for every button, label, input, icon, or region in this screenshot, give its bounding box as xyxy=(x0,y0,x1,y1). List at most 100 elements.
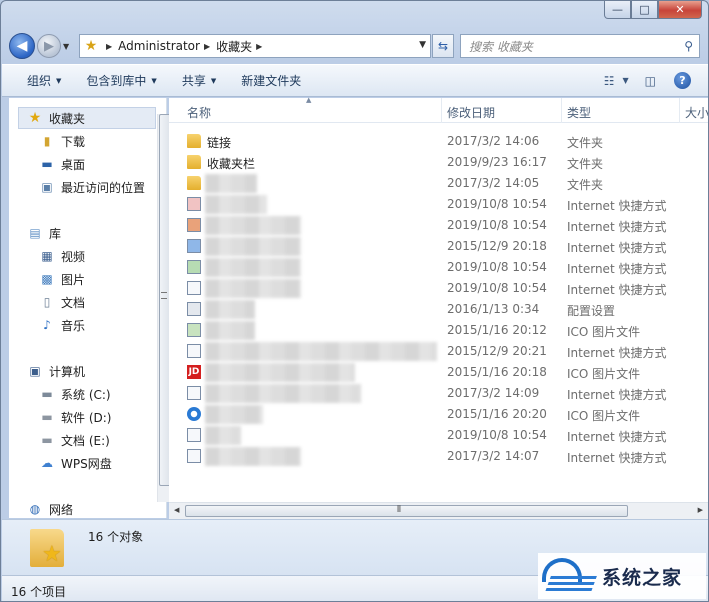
organize-label: 组织 xyxy=(27,74,52,88)
redacted-name xyxy=(205,195,267,214)
scroll-right-icon[interactable]: ▶ xyxy=(698,506,703,514)
star-icon: ★ xyxy=(28,110,42,126)
sidebar-item-drive-d[interactable]: ▬ 软件 (D:) xyxy=(39,407,111,427)
redacted-name xyxy=(205,363,355,382)
new-folder-button[interactable]: 新建文件夹 xyxy=(241,72,301,89)
sidebar-item-favorites[interactable]: ★ 收藏夹 xyxy=(27,108,85,128)
search-input[interactable]: 搜索 收藏夹 ⚲ xyxy=(460,34,700,58)
column-type[interactable]: 类型 xyxy=(567,104,591,121)
list-item[interactable]: 2015/1/16 20:20 ICO 图片文件 xyxy=(169,404,708,425)
ico-file-icon xyxy=(187,323,201,337)
sidebar-item-videos[interactable]: ▦ 视频 xyxy=(39,246,85,266)
breadcrumb-administrator[interactable]: Administrator xyxy=(118,39,200,53)
column-divider[interactable] xyxy=(561,98,562,123)
organize-menu[interactable]: 组织 ▼ xyxy=(27,72,61,89)
list-item[interactable]: 2017/3/2 14:09 Internet 快捷方式 xyxy=(169,383,708,404)
pictures-icon: ▩ xyxy=(41,272,53,286)
list-item[interactable]: 2019/10/8 10:54 Internet 快捷方式 xyxy=(169,194,708,215)
close-button[interactable]: ✕ xyxy=(658,1,702,19)
column-size[interactable]: 大小 xyxy=(685,104,708,121)
navigation-bar: ◀ ▶ ▼ ★ ▶ Administrator ▶ 收藏夹 ▶ ▼ ⇆ 搜索 收… xyxy=(9,32,703,60)
sidebar-item-music[interactable]: ♪ 音乐 xyxy=(39,315,85,335)
list-item[interactable]: 2016/1/13 0:34 配置设置 xyxy=(169,299,708,320)
list-item[interactable]: 2017/3/2 14:07 Internet 快捷方式 xyxy=(169,446,708,467)
view-dropdown-icon[interactable]: ▼ xyxy=(623,76,629,85)
history-dropdown-icon[interactable]: ▼ xyxy=(63,42,75,51)
sidebar-label: 图片 xyxy=(61,272,86,287)
redacted-name xyxy=(205,216,301,235)
sidebar-item-desktop[interactable]: ▬ 桌面 xyxy=(39,154,85,174)
breadcrumb-separator-icon[interactable]: ▶ xyxy=(106,42,112,51)
help-icon[interactable]: ? xyxy=(674,72,691,89)
system-drive-icon: ▬ xyxy=(41,387,53,401)
list-item[interactable]: 2015/12/9 20:21 Internet 快捷方式 xyxy=(169,341,708,362)
file-type: Internet 快捷方式 xyxy=(567,241,667,255)
redacted-name xyxy=(205,384,361,403)
maximize-button[interactable]: □ xyxy=(631,1,658,19)
list-item[interactable]: JD 2015/1/16 20:18 ICO 图片文件 xyxy=(169,362,708,383)
scrollbar-thumb[interactable] xyxy=(185,505,628,517)
sidebar-item-downloads[interactable]: ▮ 下载 xyxy=(39,131,85,151)
sidebar-item-drive-e[interactable]: ▬ 文档 (E:) xyxy=(39,430,109,450)
sidebar-item-network[interactable]: ◍ 网络 xyxy=(27,499,73,519)
forward-button[interactable]: ▶ xyxy=(37,34,61,58)
music-icon: ♪ xyxy=(43,318,51,332)
refresh-button[interactable]: ⇆ xyxy=(432,34,454,58)
file-type: Internet 快捷方式 xyxy=(567,346,667,360)
back-button[interactable]: ◀ xyxy=(9,33,35,59)
column-divider[interactable] xyxy=(441,98,442,123)
browser-icon xyxy=(187,407,201,421)
sidebar-item-libraries[interactable]: ▤ 库 xyxy=(27,223,61,243)
list-item[interactable]: 2019/10/8 10:54 Internet 快捷方式 xyxy=(169,278,708,299)
address-bar[interactable]: ★ ▶ Administrator ▶ 收藏夹 ▶ ▼ xyxy=(79,34,431,58)
sidebar-item-recent-places[interactable]: ▣ 最近访问的位置 xyxy=(39,177,145,197)
file-date: 2019/9/23 16:17 xyxy=(447,155,547,169)
search-icon[interactable]: ⚲ xyxy=(684,39,693,53)
list-item[interactable]: 2015/1/16 20:12 ICO 图片文件 xyxy=(169,320,708,341)
status-text: 16 个项目 xyxy=(11,585,67,599)
list-item[interactable]: 链接 2017/3/2 14:06 文件夹 xyxy=(169,131,708,152)
item-count: 16 个对象 xyxy=(88,530,144,544)
breadcrumb-favorites[interactable]: 收藏夹 xyxy=(216,38,252,55)
sidebar-item-drive-c[interactable]: ▬ 系统 (C:) xyxy=(39,384,110,404)
column-divider[interactable] xyxy=(679,98,680,123)
list-item[interactable]: 2019/10/8 10:54 Internet 快捷方式 xyxy=(169,257,708,278)
file-type: Internet 快捷方式 xyxy=(567,451,667,465)
grip-icon: ⦀ xyxy=(397,505,401,515)
column-date-modified[interactable]: 修改日期 xyxy=(447,104,495,121)
redacted-name xyxy=(205,321,255,340)
navigation-pane: ★ 收藏夹 ▮ 下载 ▬ 桌面 ▣ 最近访问的位置 ▤ 库 ▦ 视频 ▩ 图片 … xyxy=(9,98,172,519)
sidebar-item-computer[interactable]: ▣ 计算机 xyxy=(27,361,85,381)
scroll-left-icon[interactable]: ◀ xyxy=(174,506,179,514)
address-dropdown-icon[interactable]: ▼ xyxy=(419,40,426,50)
file-type: ICO 图片文件 xyxy=(567,409,641,423)
share-menu[interactable]: 共享 ▼ xyxy=(182,72,216,89)
sidebar-item-pictures[interactable]: ▩ 图片 xyxy=(39,269,85,289)
caption-buttons: — □ ✕ xyxy=(604,1,702,19)
list-item[interactable]: 2015/12/9 20:18 Internet 快捷方式 xyxy=(169,236,708,257)
minimize-button[interactable]: — xyxy=(604,1,631,19)
sidebar-item-wps-cloud[interactable]: ☁ WPS网盘 xyxy=(39,453,112,473)
file-date: 2017/3/2 14:05 xyxy=(447,176,540,190)
breadcrumb-separator-icon[interactable]: ▶ xyxy=(256,42,262,51)
preview-pane-icon[interactable]: ◫ xyxy=(645,74,656,88)
shortcut-icon xyxy=(187,260,201,274)
list-item[interactable]: 2019/10/8 10:54 Internet 快捷方式 xyxy=(169,215,708,236)
change-view-icon[interactable]: ☷ xyxy=(604,74,615,88)
column-name[interactable]: 名称 xyxy=(187,104,211,121)
list-item[interactable]: 2019/10/8 10:54 Internet 快捷方式 xyxy=(169,425,708,446)
horizontal-scrollbar[interactable]: ◀ ⦀ ▶ xyxy=(169,502,708,519)
sidebar-item-documents[interactable]: ▯ 文档 xyxy=(39,292,85,312)
sidebar-label: 音乐 xyxy=(61,318,86,333)
shortcut-icon xyxy=(187,449,201,463)
list-item[interactable]: 2017/3/2 14:05 文件夹 xyxy=(169,173,708,194)
redacted-name xyxy=(205,279,301,298)
breadcrumb-separator-icon[interactable]: ▶ xyxy=(204,42,210,51)
sidebar-label: 计算机 xyxy=(49,364,86,379)
shortcut-icon xyxy=(187,428,201,442)
file-list: ▲ 名称 修改日期 类型 大小 链接 2017/3/2 14:06 文件夹 收藏… xyxy=(169,96,708,518)
chevron-down-icon: ▼ xyxy=(210,76,217,85)
sidebar-label: 网络 xyxy=(49,502,74,517)
include-in-library-menu[interactable]: 包含到库中 ▼ xyxy=(86,72,156,89)
list-item[interactable]: 收藏夹栏 2019/9/23 16:17 文件夹 xyxy=(169,152,708,173)
